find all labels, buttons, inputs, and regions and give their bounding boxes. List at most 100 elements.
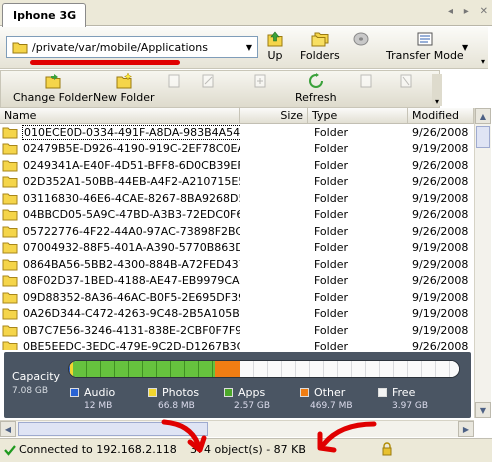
refresh-button[interactable]: Refresh <box>295 73 337 104</box>
file-name: 02D352A1-50BB-44EB-A4F2-A210715E5F... <box>23 175 240 189</box>
type-cell: Folder <box>314 241 348 255</box>
table-row[interactable]: 0249341A-E40F-4D51-BFF8-6D0CB39EFF... Fol… <box>0 157 474 174</box>
tab-iphone-3g[interactable]: Iphone 3G <box>2 3 86 27</box>
folder-icon <box>2 259 18 271</box>
table-row[interactable]: 0A26D344-C472-4263-9C48-2B5A105BED... Fol… <box>0 306 474 323</box>
table-row[interactable]: 04BBCD05-5A9C-47BD-A3B3-72EDC0F60... Fold… <box>0 207 474 224</box>
type-cell: Folder <box>314 125 348 139</box>
table-row[interactable]: 09D88352-8A36-46AC-B0F5-2E695DF39E... Fol… <box>0 289 474 306</box>
legend-size: 2.57 GB <box>234 401 271 411</box>
vertical-scrollbar[interactable]: ▲ ▼ <box>474 108 491 418</box>
tab-close-icon[interactable]: ✕ <box>480 6 488 20</box>
type-cell: Folder <box>314 158 348 172</box>
transfer-mode-dropdown-icon[interactable]: ▼ <box>462 43 468 52</box>
scroll-down-icon[interactable]: ▼ <box>475 402 491 418</box>
file-name: 010ECE0D-0334-491F-A8DA-983B4A5491 <box>22 124 240 140</box>
type-cell: Folder <box>314 191 348 205</box>
type-cell: Folder <box>314 274 348 288</box>
table-row[interactable]: 03116830-46E6-4CAE-8267-8BA9268D5B... Fol… <box>0 190 474 207</box>
legend-swatch <box>300 388 309 397</box>
upload-icon <box>360 74 372 88</box>
folder-icon <box>2 193 18 205</box>
change-folder-button[interactable]: Change Folder <box>13 73 93 104</box>
rename-button[interactable] <box>199 73 217 89</box>
column-modified-header[interactable]: Modified <box>408 108 474 123</box>
name-cell: 05722776-4F22-44A0-97AC-73898F2BC632 <box>0 225 240 238</box>
type-cell: Folder <box>314 323 348 337</box>
legend-name: Audio <box>84 386 116 399</box>
capacity-segment-other <box>214 361 241 377</box>
new-folder-label: New Folder <box>93 91 155 104</box>
toolbar-overflow-icon[interactable]: ▾ <box>478 30 488 66</box>
modified-cell: 9/26/2008 <box>412 224 469 238</box>
capacity-label: Capacity <box>12 370 61 383</box>
horizontal-scrollbar[interactable]: ◀ ▶ <box>0 420 474 437</box>
change-folder-icon <box>45 74 61 89</box>
properties-button[interactable] <box>251 73 269 89</box>
upload-button[interactable] <box>357 73 375 89</box>
file-name: 09D88352-8A36-46AC-B0F5-2E695DF39E... <box>23 290 240 304</box>
modified-cell: 9/26/2008 <box>412 208 469 222</box>
file-name: 04BBCD05-5A9C-47BD-A3B3-72EDC0F60... <box>23 208 240 222</box>
scroll-right-icon[interactable]: ▶ <box>458 421 474 437</box>
folder-icon <box>12 42 28 53</box>
toolbar2-overflow-icon[interactable]: ▾ <box>432 74 442 106</box>
table-row[interactable]: 010ECE0D-0334-491F-A8DA-983B4A5491 Folder… <box>0 124 474 141</box>
folders-label: Folders <box>300 49 340 62</box>
disk-icon <box>353 32 369 46</box>
modified-cell: 9/26/2008 <box>412 274 469 288</box>
file-list: 010ECE0D-0334-491F-A8DA-983B4A5491 Folder… <box>0 124 474 350</box>
name-cell: 02479B5E-D926-4190-919C-2EF78C0EA4... <box>0 142 240 155</box>
modified-cell: 9/19/2008 <box>412 307 469 321</box>
modified-cell: 9/19/2008 <box>412 241 469 255</box>
transfer-mode-button[interactable]: Transfer Mode <box>386 31 464 62</box>
folder-icon <box>2 292 18 304</box>
column-type-header[interactable]: Type <box>308 108 408 123</box>
type-cell: Folder <box>314 142 348 156</box>
table-row[interactable]: 0BE5EEDC-3EDC-479E-9C2D-D1267B3C09... Fol… <box>0 339 474 350</box>
copy-button[interactable] <box>165 73 183 89</box>
table-row[interactable]: 07004932-88F5-401A-A390-5770B863D9DE Fold… <box>0 240 474 257</box>
table-row[interactable]: 0864BA56-5BB2-4300-884B-A72FED437F... Fol… <box>0 256 474 273</box>
legend-size: 66.8 MB <box>158 401 195 411</box>
scroll-left-icon[interactable]: ◀ <box>0 421 16 437</box>
new-folder-icon <box>116 73 132 89</box>
tab-next-icon[interactable]: ▸ <box>464 6 469 20</box>
column-name-header[interactable]: Name <box>0 108 240 123</box>
chevron-down-icon[interactable]: ▼ <box>241 37 257 57</box>
name-cell: 03116830-46E6-4CAE-8267-8BA9268D5B... <box>0 192 240 205</box>
properties-icon <box>254 74 266 88</box>
file-name: 0BE5EEDC-3EDC-479E-9C2D-D1267B3C09... <box>23 340 240 350</box>
lock-icon <box>382 442 392 456</box>
vertical-scroll-thumb[interactable] <box>476 126 490 148</box>
folder-icon <box>2 325 18 337</box>
legend-name: Photos <box>162 386 200 399</box>
legend-size: 3.97 GB <box>392 401 429 411</box>
transfer-mode-icon <box>417 32 433 46</box>
path-combobox[interactable]: /private/var/mobile/Applications ▼ <box>6 36 258 58</box>
new-folder-button[interactable]: New Folder <box>93 73 154 104</box>
up-label: Up <box>267 49 283 62</box>
up-button[interactable]: Up <box>266 31 284 62</box>
legend-swatch <box>148 388 157 397</box>
annotation-arrow-right <box>317 421 377 453</box>
type-cell: Folder <box>314 175 348 189</box>
table-row[interactable]: 02D352A1-50BB-44EB-A4F2-A210715E5F... Fol… <box>0 174 474 191</box>
column-size-header[interactable]: Size <box>240 108 308 123</box>
scroll-up-icon[interactable]: ▲ <box>475 108 491 124</box>
type-cell: Folder <box>314 290 348 304</box>
table-row[interactable]: 05722776-4F22-44A0-97AC-73898F2BC632 Fold… <box>0 223 474 240</box>
folders-button[interactable]: Folders <box>300 31 340 62</box>
delete-button[interactable] <box>397 73 415 89</box>
table-row[interactable]: 08F02D37-1BED-4188-AE47-EB9979CA1... Fold… <box>0 273 474 290</box>
tab-prev-icon[interactable]: ◂ <box>448 6 453 20</box>
disk-button[interactable] <box>352 31 370 47</box>
name-cell: 07004932-88F5-401A-A390-5770B863D9DE <box>0 241 240 254</box>
table-row[interactable]: 0B7C7E56-3246-4131-838E-2CBF0F7F9D86 Fold… <box>0 322 474 339</box>
folder-icon <box>2 143 18 155</box>
table-row[interactable]: 02479B5E-D926-4190-919C-2EF78C0EA4... Fol… <box>0 141 474 158</box>
modified-cell: 9/26/2008 <box>412 125 469 139</box>
delete-icon <box>400 74 412 88</box>
annotation-arrow-left <box>161 419 207 453</box>
legend-name: Other <box>314 386 346 399</box>
